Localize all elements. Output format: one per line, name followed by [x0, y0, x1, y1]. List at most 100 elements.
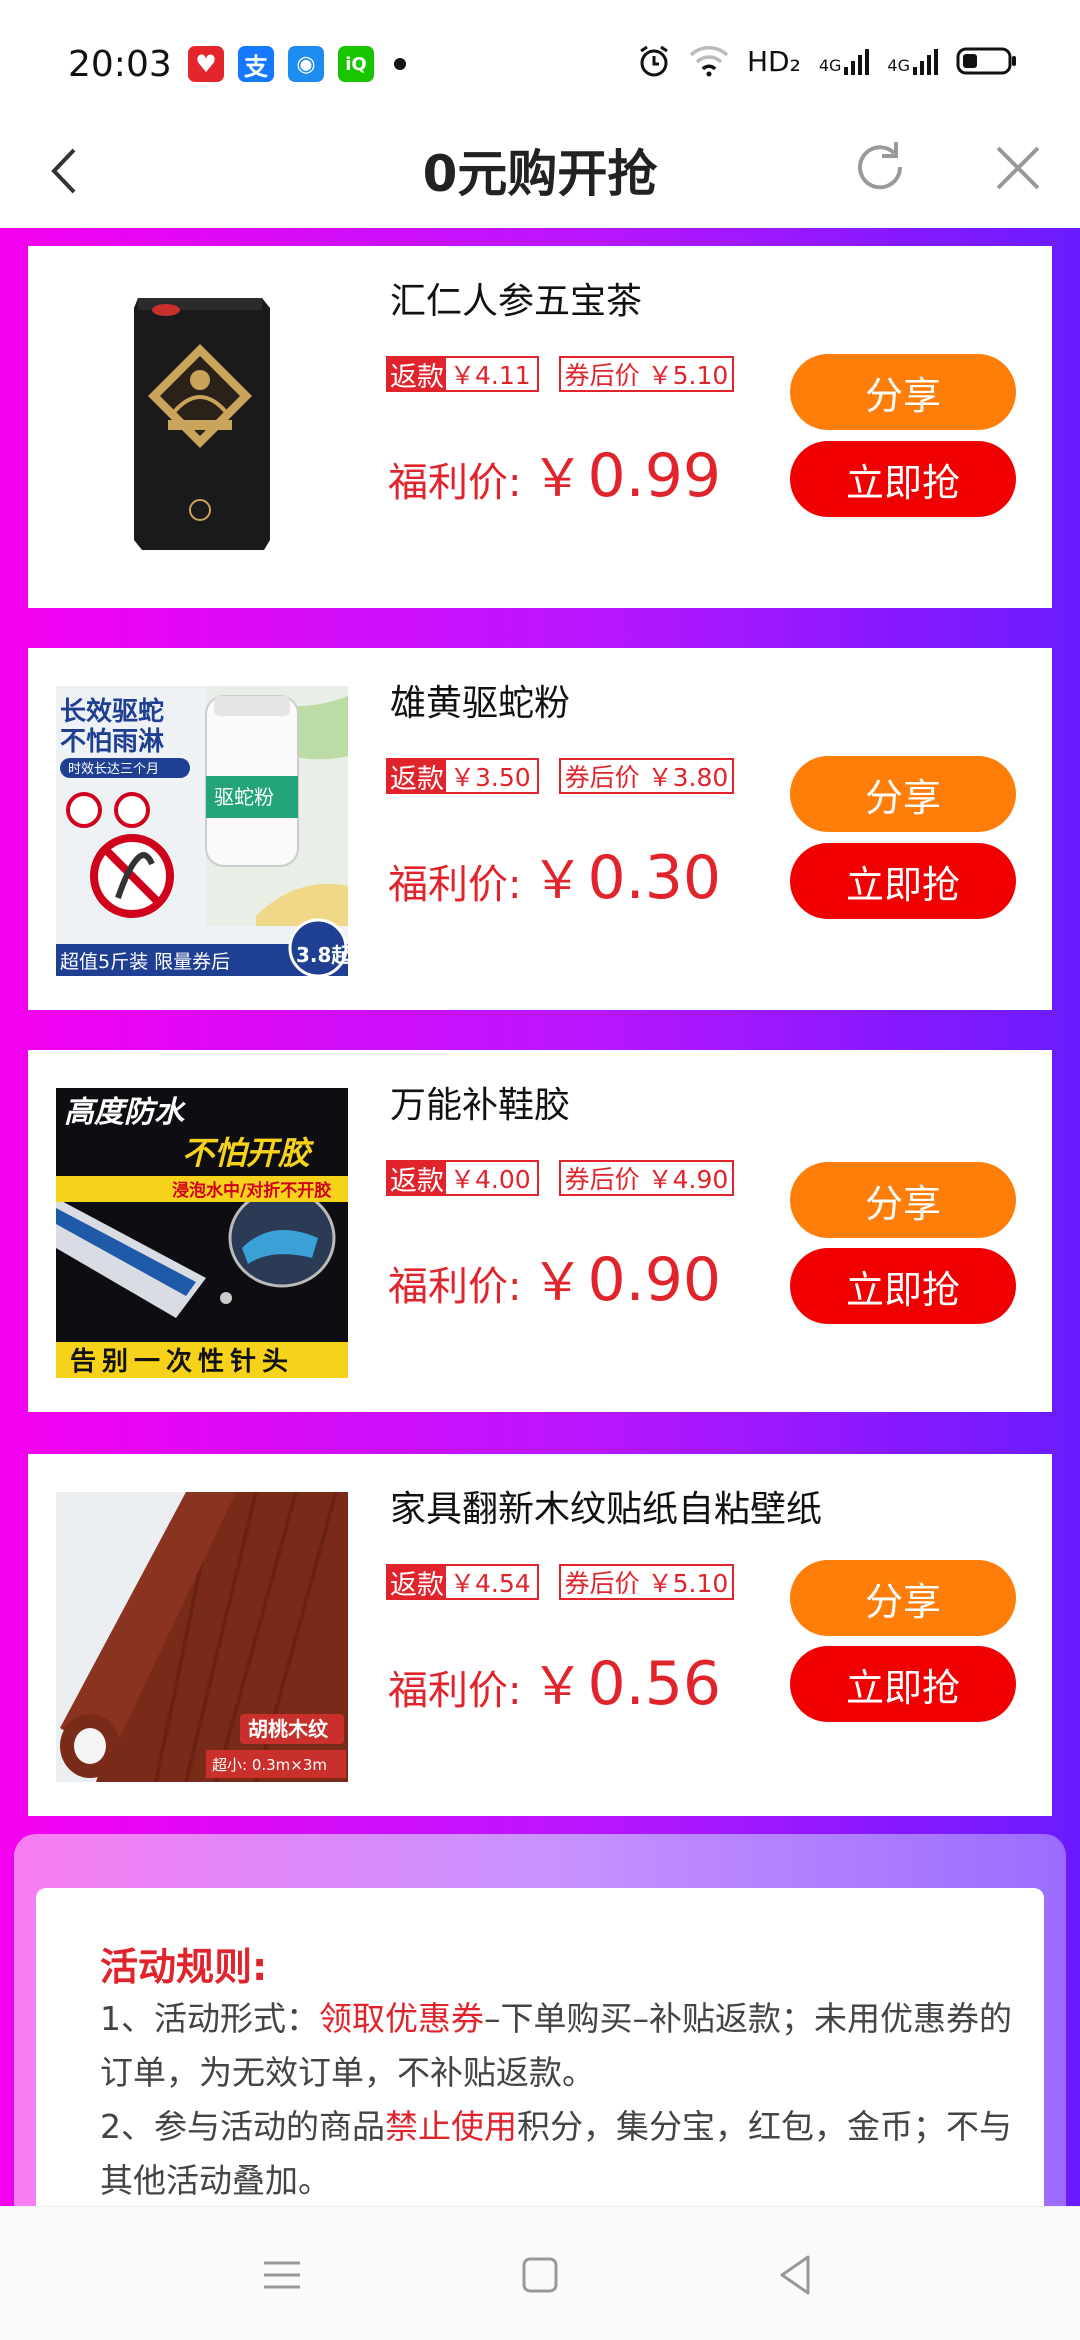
buy-now-button[interactable]: 立即抢	[790, 843, 1016, 919]
share-button[interactable]: 分享	[790, 1162, 1016, 1238]
image-bottom-text: 超值5斤装 限量券后	[60, 951, 230, 973]
shoe-glue-image: 高度防水 不怕开胶 浸泡水中/对折不开胶 告别一次性针头	[56, 1088, 348, 1378]
close-icon[interactable]	[990, 136, 1046, 200]
welfare-price: 福利价: ￥ 0.56	[388, 1644, 721, 1719]
rule-1-highlight: 领取优惠券	[319, 1999, 484, 2038]
image-bottom-text: 告别一次性针头	[70, 1347, 294, 1377]
activity-rules-box: 活动规则: 1、活动形式：领取优惠券–下单购买–补贴返款；未用优惠券的订单，为无…	[36, 1888, 1044, 2248]
wifi-icon	[689, 46, 729, 77]
price-symbol: ￥	[531, 1657, 584, 1717]
notification-dot	[394, 58, 406, 70]
image-strip-text: 浸泡水中/对折不开胶	[172, 1180, 331, 1201]
rebate-tag: 返款 ￥4.00	[386, 1160, 539, 1197]
coupon-price-tag: 券后价 ￥4.90	[558, 1160, 735, 1196]
product-tags: 返款 ￥4.54 券后价 ￥5.10	[386, 1564, 735, 1601]
product-title: 家具翻新木纹贴纸自粘壁纸	[390, 1489, 823, 1530]
heart-app-icon: ♥	[188, 46, 224, 82]
product-title: 雄黄驱蛇粉	[390, 683, 571, 724]
signal-2: 4G	[887, 47, 938, 75]
price-symbol: ￥	[531, 851, 584, 911]
image-text-line2: 不怕雨淋	[60, 727, 164, 757]
price-value: 0.90	[587, 1245, 722, 1315]
status-right: HD₂ 4G 4G	[637, 44, 1018, 78]
page-title: 0元购开抢	[422, 145, 658, 203]
signal-2-label: 4G	[887, 56, 910, 75]
image-price-tag: 3.8起	[296, 943, 348, 967]
rebate-label: 返款	[388, 358, 446, 393]
product-tags: 返款 ￥3.50 券后价 ￥3.80	[386, 758, 735, 795]
status-bar: 20:03 ♥ 支 ◉ iQ HD₂ 4G 4G	[0, 0, 1080, 120]
alipay-icon: 支	[238, 46, 274, 82]
image-bottle-label: 驱蛇粉	[214, 785, 274, 809]
signal-1: 4G	[819, 47, 870, 75]
welfare-price: 福利价: ￥ 0.99	[388, 436, 721, 511]
wood-sticker-image: 胡桃木纹 超小: 0.3m×3m	[56, 1492, 348, 1782]
browser-icon: ◉	[288, 46, 324, 82]
menu-icon[interactable]	[252, 2247, 312, 2303]
header-bar: 0元购开抢	[0, 120, 1080, 228]
rebate-tag: 返款 ￥4.11	[386, 356, 539, 393]
coupon-price-tag: 券后价 ￥5.10	[558, 1564, 735, 1600]
buy-now-button[interactable]: 立即抢	[790, 1248, 1016, 1324]
refresh-icon[interactable]	[848, 132, 912, 202]
share-button[interactable]: 分享	[790, 1560, 1016, 1636]
rebate-value: ￥4.11	[450, 361, 531, 390]
image-tag-text: 胡桃木纹	[248, 1717, 329, 1741]
status-app-icons: ♥ 支 ◉ iQ	[188, 46, 406, 82]
rule-2-prefix: 2、参与活动的商品	[100, 2107, 385, 2146]
price-value: 0.30	[587, 843, 722, 913]
price-label: 福利价:	[388, 862, 522, 908]
rebate-label: 返款	[388, 760, 446, 795]
price-label: 福利价:	[388, 1668, 522, 1714]
rule-2-highlight: 禁止使用	[385, 2107, 517, 2146]
rules-text: 1、活动形式：领取优惠券–下单购买–补贴返款；未用优惠券的订单，为无效订单，不补…	[100, 1992, 1040, 2208]
price-label: 福利价:	[388, 1264, 522, 1310]
rules-title: 活动规则:	[100, 1945, 268, 1989]
price-value: 0.99	[587, 441, 722, 511]
rebate-value: ￥4.00	[450, 1165, 531, 1194]
price-symbol: ￥	[531, 449, 584, 509]
rebate-tag: 返款 ￥3.50	[386, 758, 539, 795]
tea-package-image	[56, 284, 348, 574]
iqiyi-icon: iQ	[338, 46, 374, 82]
product-card[interactable]: 高度防水 不怕开胶 浸泡水中/对折不开胶 告别一次性针头 万能补鞋胶 返款 ￥4…	[28, 1050, 1052, 1412]
rebate-label: 返款	[388, 1162, 446, 1197]
alarm-icon	[640, 45, 668, 77]
share-button[interactable]: 分享	[790, 354, 1016, 430]
hd-label: HD₂	[747, 44, 801, 78]
product-title: 汇仁人参五宝茶	[390, 281, 643, 322]
product-tags: 返款 ￥4.00 券后价 ￥4.90	[386, 1160, 735, 1197]
image-text-line2: 不怕开胶	[182, 1134, 315, 1172]
rebate-tag: 返款 ￥4.54	[386, 1564, 539, 1601]
status-time: 20:03	[68, 44, 172, 85]
image-text-line1: 高度防水	[64, 1095, 186, 1130]
welfare-price: 福利价: ￥ 0.90	[388, 1240, 721, 1315]
price-value: 0.56	[587, 1649, 722, 1719]
signal-bars-icon	[844, 49, 870, 75]
coupon-price-tag: 券后价 ￥5.10	[558, 356, 735, 392]
product-card[interactable]: 长效驱蛇 不怕雨淋 时效长达三个月 驱蛇粉 超值5斤装 限量券后 3.8起 雄黄…	[28, 648, 1052, 1010]
image-text-line1: 长效驱蛇	[60, 696, 164, 727]
system-nav-bar	[0, 2206, 1080, 2340]
snake-repellent-image: 长效驱蛇 不怕雨淋 时效长达三个月 驱蛇粉 超值5斤装 限量券后 3.8起	[56, 686, 348, 976]
share-button[interactable]: 分享	[790, 756, 1016, 832]
product-card[interactable]: 汇仁人参五宝茶 返款 ￥4.11 券后价 ￥5.10 福利价: ￥ 0.99 分…	[28, 246, 1052, 608]
price-symbol: ￥	[531, 1253, 584, 1313]
activity-rules-panel: 活动规则: 1、活动形式：领取优惠券–下单购买–补贴返款；未用优惠券的订单，为无…	[14, 1834, 1066, 2248]
rebate-value: ￥4.54	[450, 1569, 531, 1598]
home-square-icon[interactable]	[510, 2247, 570, 2303]
signal-1-label: 4G	[818, 56, 842, 75]
triangle-back-icon[interactable]	[766, 2247, 826, 2303]
buy-now-button[interactable]: 立即抢	[790, 441, 1016, 517]
image-badge: 时效长达三个月	[68, 762, 159, 777]
product-tags: 返款 ￥4.11 券后价 ￥5.10	[386, 356, 735, 393]
image-size-text: 超小: 0.3m×3m	[212, 1756, 327, 1774]
price-label: 福利价:	[388, 460, 522, 506]
battery-icon	[956, 47, 1016, 75]
product-card[interactable]: 胡桃木纹 超小: 0.3m×3m 家具翻新木纹贴纸自粘壁纸 返款 ￥4.54 券…	[28, 1454, 1052, 1816]
rule-1-prefix: 1、活动形式：	[100, 1999, 319, 2038]
rebate-value: ￥3.50	[450, 763, 531, 792]
welfare-price: 福利价: ￥ 0.30	[388, 838, 721, 913]
buy-now-button[interactable]: 立即抢	[790, 1646, 1016, 1722]
rebate-label: 返款	[388, 1566, 446, 1601]
